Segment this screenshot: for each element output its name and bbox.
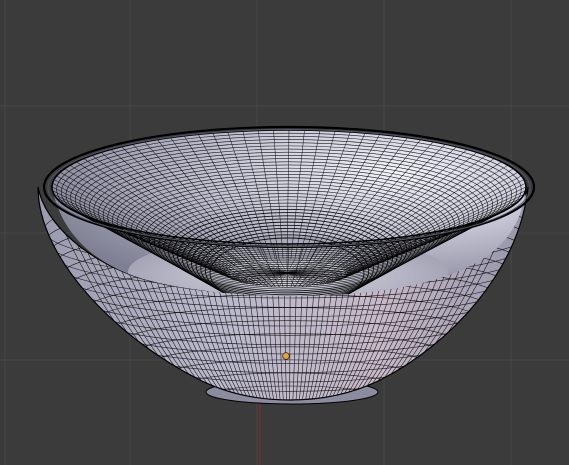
viewport-canvas[interactable] xyxy=(0,0,569,465)
3d-viewport[interactable] xyxy=(0,0,569,465)
object-origin-dot[interactable] xyxy=(282,352,290,360)
bowl-mesh[interactable] xyxy=(37,125,536,410)
